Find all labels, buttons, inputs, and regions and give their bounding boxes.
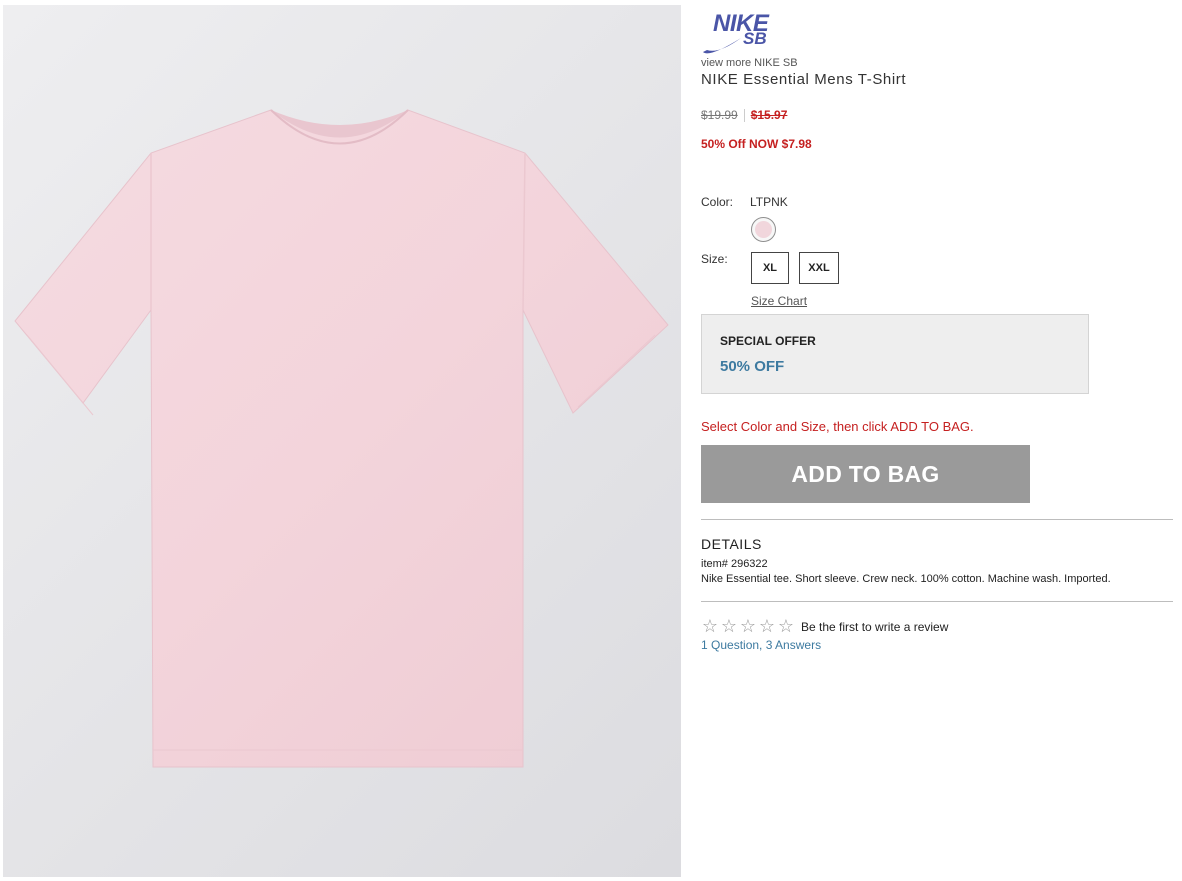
- brand-logo[interactable]: NIKE SB: [701, 10, 781, 54]
- size-label: Size:: [701, 252, 728, 266]
- pink-tshirt-image: [14, 109, 669, 768]
- logo-sb-text: SB: [743, 29, 767, 48]
- sale-price: $15.97: [750, 108, 788, 122]
- add-to-bag-instruction: Select Color and Size, then click ADD TO…: [701, 419, 974, 434]
- star-icon: ☆: [720, 616, 738, 636]
- color-swatch-ltpnk[interactable]: [751, 217, 776, 242]
- view-more-brand-link[interactable]: view more NIKE SB: [701, 57, 798, 69]
- price-divider: [743, 108, 745, 122]
- offer-title: SPECIAL OFFER: [720, 334, 816, 348]
- questions-answers-link[interactable]: 1 Question, 3 Answers: [701, 638, 821, 652]
- write-review-link[interactable]: Be the first to write a review: [801, 620, 948, 634]
- original-price: $19.99: [701, 108, 738, 122]
- color-label: Color:: [701, 195, 734, 209]
- product-title: NIKE Essential Mens T-Shirt: [701, 71, 907, 88]
- size-button-xl[interactable]: XL: [751, 252, 789, 284]
- promo-price: 50% Off NOW $7.98: [701, 137, 812, 151]
- details-heading: DETAILS: [701, 536, 762, 552]
- offer-value: 50% OFF: [720, 358, 785, 375]
- divider: [701, 519, 1173, 520]
- star-rating[interactable]: ☆ ☆ ☆ ☆ ☆: [701, 617, 795, 635]
- star-icon: ☆: [758, 616, 776, 636]
- star-icon: ☆: [701, 616, 719, 636]
- size-button-xxl[interactable]: XXL: [799, 252, 839, 284]
- color-value: LTPNK: [750, 195, 788, 209]
- product-info-panel: NIKE SB view more NIKE SB NIKE Essential…: [701, 0, 1176, 881]
- price-row: $19.99 $15.97: [701, 108, 787, 122]
- item-number: item# 296322: [701, 558, 768, 570]
- product-description: Nike Essential tee. Short sleeve. Crew n…: [701, 573, 1111, 585]
- star-icon: ☆: [739, 616, 757, 636]
- add-to-bag-button[interactable]: ADD TO BAG: [701, 445, 1030, 503]
- swatch-fill: [755, 221, 772, 238]
- star-icon: ☆: [777, 616, 795, 636]
- size-chart-link[interactable]: Size Chart: [751, 294, 807, 308]
- special-offer-box: SPECIAL OFFER 50% OFF: [701, 314, 1089, 394]
- product-image[interactable]: [3, 5, 681, 877]
- divider: [701, 601, 1173, 602]
